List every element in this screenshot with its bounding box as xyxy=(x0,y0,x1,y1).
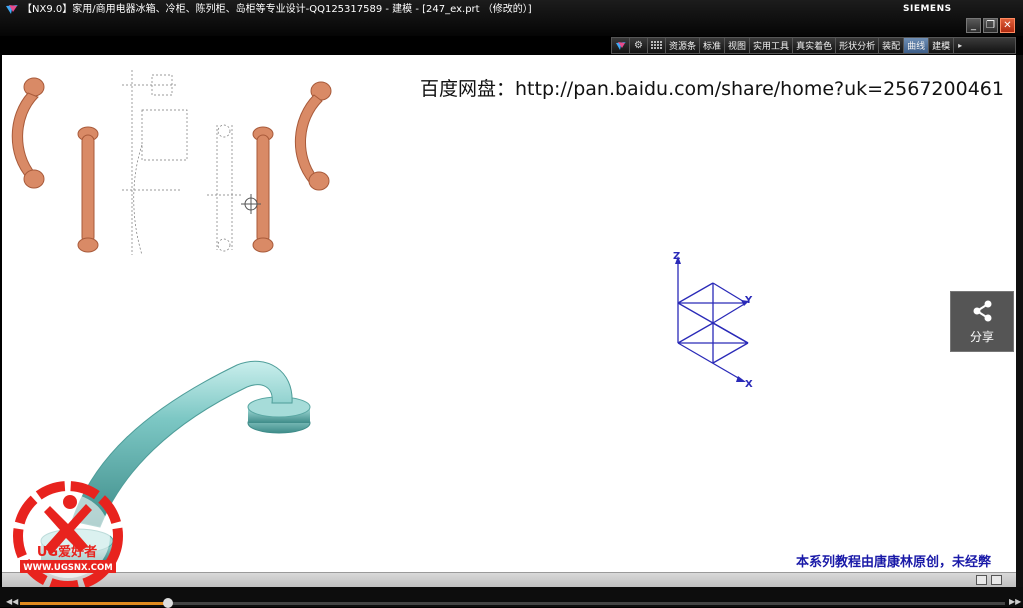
reference-technical-drawing xyxy=(122,70,188,256)
wcs-triad xyxy=(675,256,749,382)
restore-button[interactable]: ❐ xyxy=(983,18,998,33)
graphics-status-bar xyxy=(2,572,1016,587)
ribbon-tab-bar: ⚙ 资源条 标准 视图 实用工具 真实着色 形状分析 装配 曲线 建模 ▸ xyxy=(611,37,1016,54)
ribbon-scroll-right-icon[interactable]: ▸ xyxy=(954,38,966,53)
tab-utilities[interactable]: 实用工具 xyxy=(750,38,794,53)
tab-view[interactable]: 视图 xyxy=(725,38,751,53)
grid-icon[interactable] xyxy=(648,38,666,53)
gear-icon[interactable]: ⚙ xyxy=(630,38,648,53)
seek-forward-icon[interactable]: ▶▶ xyxy=(1009,597,1021,606)
reference-drawing-side xyxy=(207,124,242,252)
nx-app-icon[interactable] xyxy=(5,3,19,17)
title-bar: 【NX9.0】家用/商用电器冰箱、冷柜、陈列柜、岛柜等专业设计-QQ125317… xyxy=(0,0,1023,36)
minimize-button[interactable]: _ xyxy=(966,18,981,33)
watermark-url: WWW.UGSNX.COM xyxy=(23,563,112,573)
quick-access-icon[interactable] xyxy=(612,38,630,53)
tab-modeling[interactable]: 建模 xyxy=(929,38,955,53)
watermark-logo-text: UG爱好者 xyxy=(37,544,97,560)
tab-shape-analysis[interactable]: 形状分析 xyxy=(836,38,880,53)
axis-label-y: Y xyxy=(745,295,753,306)
view-toggle-icon[interactable] xyxy=(976,575,987,585)
window-layout-icon[interactable] xyxy=(991,575,1002,585)
seek-back-icon[interactable]: ◀◀ xyxy=(6,597,18,606)
tab-resource-bar[interactable]: 资源条 xyxy=(666,38,701,53)
window-title: 【NX9.0】家用/商用电器冰箱、冷柜、陈列柜、岛柜等专业设计-QQ125317… xyxy=(22,4,532,15)
series-copyright-note: 本系列教程由唐康林原创，未经弊 xyxy=(796,555,992,570)
share-icon xyxy=(973,300,992,322)
axis-label-x: X xyxy=(745,379,753,390)
siemens-brand: SIEMENS xyxy=(903,4,952,14)
reference-handle-straight xyxy=(77,126,99,253)
close-button[interactable]: ✕ xyxy=(1000,18,1015,33)
reference-handle-c-left xyxy=(11,77,45,189)
share-button[interactable]: 分享 xyxy=(950,291,1014,352)
tab-true-shading[interactable]: 真实着色 xyxy=(793,38,837,53)
video-progress-fill xyxy=(20,602,168,605)
reference-handle-straight-2 xyxy=(252,126,274,253)
baidu-share-link: 百度网盘：http://pan.baidu.com/share/home?uk=… xyxy=(420,78,1004,100)
ugsnx-watermark-logo: UG爱好者 WWW.UGSNX.COM xyxy=(13,481,123,591)
tab-assembly[interactable]: 装配 xyxy=(879,38,905,53)
graphics-window[interactable]: 百度网盘：http://pan.baidu.com/share/home?uk=… xyxy=(2,55,1016,587)
share-label: 分享 xyxy=(969,330,994,344)
reference-handle-c-right xyxy=(294,81,332,191)
axis-label-z: Z xyxy=(673,251,681,262)
tab-curve[interactable]: 曲线 xyxy=(904,38,930,53)
reference-handle-images xyxy=(11,70,332,256)
right-border-strip xyxy=(1016,55,1023,587)
tab-standard[interactable]: 标准 xyxy=(700,38,726,53)
